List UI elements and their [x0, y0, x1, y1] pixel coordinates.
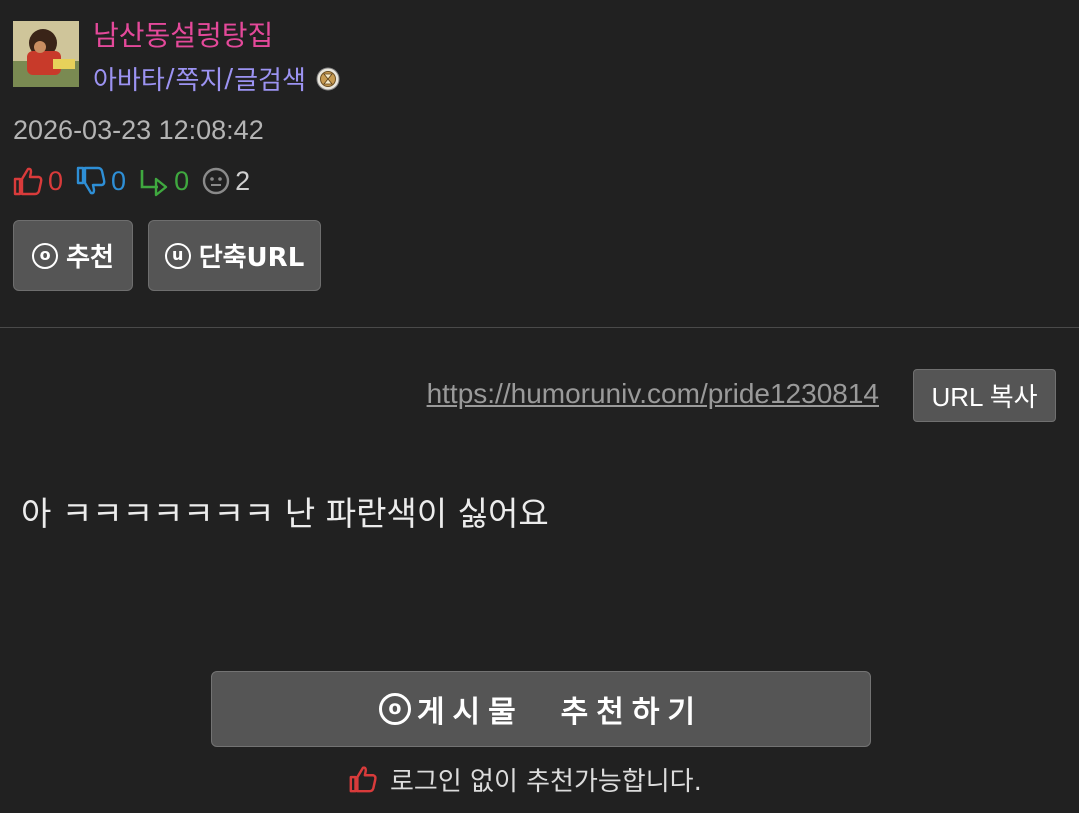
downvote-counter: 0: [75, 165, 126, 197]
thumbs-up-icon: [349, 766, 377, 793]
short-url-button[interactable]: u 단축URL: [148, 220, 321, 291]
share-arrow-icon: [140, 170, 168, 197]
login-note: 로그인 없이 추천가능합니다.: [348, 760, 702, 798]
upvote-count: 0: [48, 165, 64, 196]
viewer-face-icon: [202, 167, 230, 195]
circle-o-icon: o: [378, 693, 411, 725]
level-badge-icon: [316, 67, 340, 91]
avatar[interactable]: [13, 21, 79, 87]
divider: [0, 327, 1079, 328]
author-link-search-posts[interactable]: 글검색: [234, 60, 306, 97]
post-body: 아 ㅋㅋㅋㅋㅋㅋㅋ 난 파란색이 싫어요: [21, 494, 549, 533]
author-name[interactable]: 남산동설렁탕집: [93, 14, 273, 54]
recommend-button[interactable]: o 추천: [13, 220, 133, 291]
post-date: 2026-03-23 12:08:42: [13, 115, 264, 145]
circle-o-icon: o: [32, 242, 59, 269]
short-url-button-label: 단축URL: [198, 243, 305, 273]
upvote-counter: 0: [12, 165, 63, 197]
link-separator: /: [224, 63, 234, 94]
copy-url-button[interactable]: URL 복사: [913, 369, 1056, 422]
thumbs-up-icon: [13, 167, 43, 196]
recommend-post-button[interactable]: o 게시물 추천하기: [211, 671, 871, 747]
view-counter: 2: [201, 166, 250, 197]
avatar-image: [13, 21, 79, 87]
link-separator: /: [165, 63, 175, 94]
view-count: 2: [235, 165, 251, 196]
circle-u-icon: u: [164, 242, 191, 269]
share-count: 0: [174, 165, 190, 196]
post-url-link[interactable]: https://humoruniv.com/pride1230814: [427, 378, 879, 410]
recommend-button-label: 추천: [66, 243, 114, 273]
share-counter: 0: [138, 165, 189, 197]
author-link-message[interactable]: 쪽지: [176, 60, 224, 97]
login-note-text: 로그인 없이 추천가능합니다.: [390, 766, 702, 797]
recommend-post-button-label: 게시물 추천하기: [416, 695, 704, 730]
post-counters: 0 0 0 2: [12, 163, 262, 199]
author-link-avatar[interactable]: 아바타: [93, 60, 165, 97]
author-links: 아바타 / 쪽지 / 글검색: [93, 60, 340, 97]
downvote-count: 0: [111, 165, 127, 196]
thumbs-down-icon: [76, 166, 106, 195]
